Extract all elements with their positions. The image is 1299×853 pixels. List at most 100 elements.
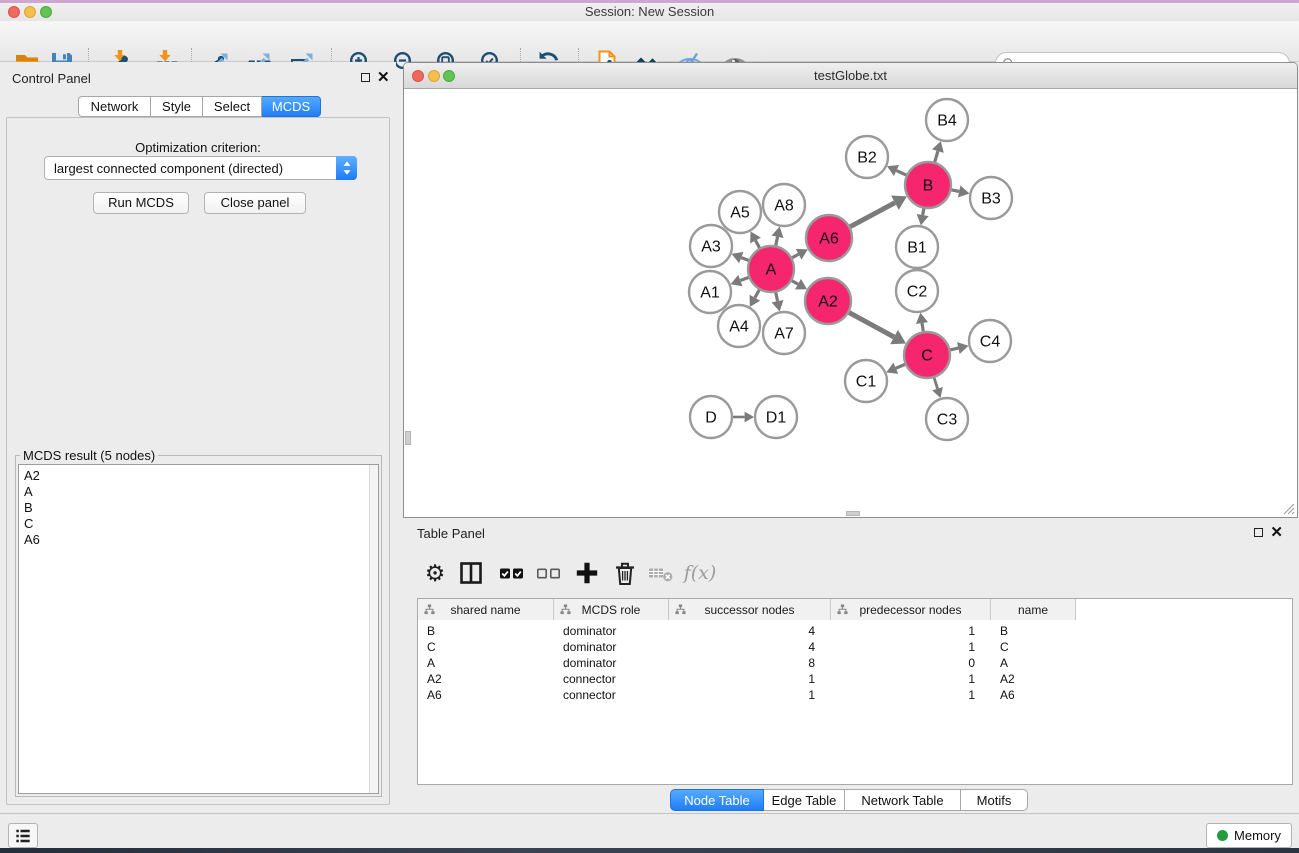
arrowhead-icon (916, 313, 928, 324)
edge-B-B2 (896, 171, 907, 176)
tab-node-table[interactable]: Node Table (670, 789, 764, 811)
table-row[interactable]: A2connector11A2 (418, 671, 1292, 687)
table-cell: dominator (554, 639, 669, 655)
dropdown-stepper-icon[interactable] (336, 156, 357, 180)
graph-node-label: A (766, 262, 777, 279)
graph-node-label: A3 (701, 239, 721, 256)
graph-node-label: B1 (907, 240, 927, 257)
network-graph-canvas[interactable]: B4B2BB3A8A5A6B1A3AA1C2A2A4A7C4CC1C3DD1 (404, 89, 1297, 517)
run-mcds-button[interactable]: Run MCDS (93, 192, 189, 214)
arrowhead-icon (932, 141, 944, 153)
graph-node-label: C1 (856, 374, 877, 391)
tab-network-table[interactable]: Network Table (845, 789, 961, 811)
dropdown-value: largest connected component (directed) (54, 157, 283, 181)
function-builder-icon: f(x) (686, 559, 714, 587)
graph-node-label: B3 (981, 191, 1001, 208)
node-table-header: shared name MCDS role successor nodes prede… (418, 599, 1076, 620)
table-cell: A2 (418, 671, 554, 687)
column-header-label: MCDS role (582, 603, 641, 617)
desktop-background-bottom (0, 848, 1299, 853)
optimization-criterion-dropdown[interactable]: largest connected component (directed) (44, 156, 357, 180)
table-cell: C (991, 639, 1076, 655)
edge-A-A7 (776, 292, 778, 302)
edge-B-B3 (951, 190, 960, 192)
tab-network[interactable]: Network (78, 96, 151, 117)
table-cell: 8 (669, 655, 831, 671)
table-cell: 4 (669, 623, 831, 639)
table-cell: 1 (831, 623, 991, 639)
table-row[interactable]: Adominator80A (418, 655, 1292, 671)
float-panel-icon[interactable] (361, 73, 370, 82)
tab-mcds[interactable]: MCDS (262, 96, 321, 117)
edge-A2-C (848, 312, 894, 337)
tab-select[interactable]: Select (203, 96, 262, 117)
close-table-panel-icon[interactable]: ✕ (1270, 527, 1283, 539)
tab-motifs[interactable]: Motifs (961, 789, 1028, 811)
table-row[interactable]: Bdominator41B (418, 623, 1292, 639)
columns-icon[interactable] (457, 559, 485, 587)
mcds-result-title: MCDS result (5 nodes) (20, 448, 158, 463)
edge-A6-B (849, 203, 895, 227)
table-cell: A6 (418, 687, 554, 703)
mcds-result-item[interactable]: A2 (19, 468, 368, 484)
table-row[interactable]: A6connector11A6 (418, 687, 1292, 703)
column-header-predecessor-nodes[interactable]: predecessor nodes (831, 599, 991, 620)
mcds-result-item[interactable]: B (19, 500, 368, 516)
mcds-result-list[interactable]: A2ABCA6 (18, 464, 379, 794)
edge-A-A5 (755, 240, 760, 248)
task-history-button[interactable] (8, 823, 38, 848)
resize-grip-icon[interactable] (1281, 501, 1295, 515)
graph-node-label: C4 (980, 334, 1001, 351)
plus-icon[interactable] (573, 559, 601, 587)
column-header-successor-nodes[interactable]: successor nodes (669, 599, 831, 620)
optimization-criterion-label: Optimization criterion: (7, 140, 389, 155)
mcds-result-item[interactable]: A (19, 484, 368, 500)
close-panel-button[interactable]: Close panel (204, 192, 306, 214)
graph-node-label: B (923, 178, 934, 195)
graph-node-label: A2 (818, 294, 838, 311)
delete-column-icon (647, 559, 675, 587)
control-panel-tabs: NetworkStyleSelectMCDS (78, 96, 321, 117)
table-cell: B (418, 623, 554, 639)
table-cell: 1 (831, 671, 991, 687)
arrowhead-icon (745, 412, 754, 423)
arrowhead-icon (772, 300, 784, 311)
edge-A-A1 (740, 277, 749, 280)
main-toolbar (0, 21, 1299, 62)
table-cell: A2 (991, 671, 1076, 687)
graph-node-label: D1 (766, 410, 787, 427)
table-cell: A (418, 655, 554, 671)
trash-icon[interactable] (611, 559, 639, 587)
table-row[interactable]: Cdominator41C (418, 639, 1292, 655)
edge-C-C3 (934, 377, 938, 389)
tab-style[interactable]: Style (151, 96, 203, 117)
app-titlebar: Session: New Session (0, 3, 1299, 21)
graph-node-label: C2 (907, 284, 928, 301)
table-cell: A (991, 655, 1076, 671)
table-cell: 1 (669, 687, 831, 703)
graph-node-label: A4 (729, 319, 749, 336)
mcds-result-item[interactable]: C (19, 516, 368, 532)
horizontal-scroll-thumb[interactable] (846, 511, 860, 516)
table-panel-title: Table Panel (417, 526, 485, 541)
gear-icon[interactable]: ⚙ (421, 559, 449, 587)
network-window-title: testGlobe.txt (404, 63, 1297, 89)
column-header-name[interactable]: name (991, 599, 1076, 620)
mcds-result-scrollbar[interactable] (369, 465, 378, 793)
app-title: Session: New Session (0, 3, 1299, 21)
column-header-MCDS-role[interactable]: MCDS role (554, 599, 669, 620)
mcds-result-item[interactable]: A6 (19, 532, 368, 548)
graph-node-label: D (705, 410, 717, 427)
float-table-panel-icon[interactable] (1254, 528, 1263, 537)
column-header-label: predecessor nodes (859, 603, 961, 617)
table-cell: 1 (669, 671, 831, 687)
edge-B-B4 (934, 151, 937, 163)
select-all-icon[interactable] (498, 559, 526, 587)
vertical-scroll-thumb[interactable] (405, 431, 411, 445)
memory-button[interactable]: Memory (1206, 823, 1292, 848)
tab-edge-table[interactable]: Edge Table (764, 789, 845, 811)
close-panel-icon[interactable]: ✕ (377, 72, 390, 84)
edge-C-C1 (896, 364, 906, 368)
column-header-shared-name[interactable]: shared name (418, 599, 554, 620)
deselect-all-icon[interactable] (535, 559, 563, 587)
